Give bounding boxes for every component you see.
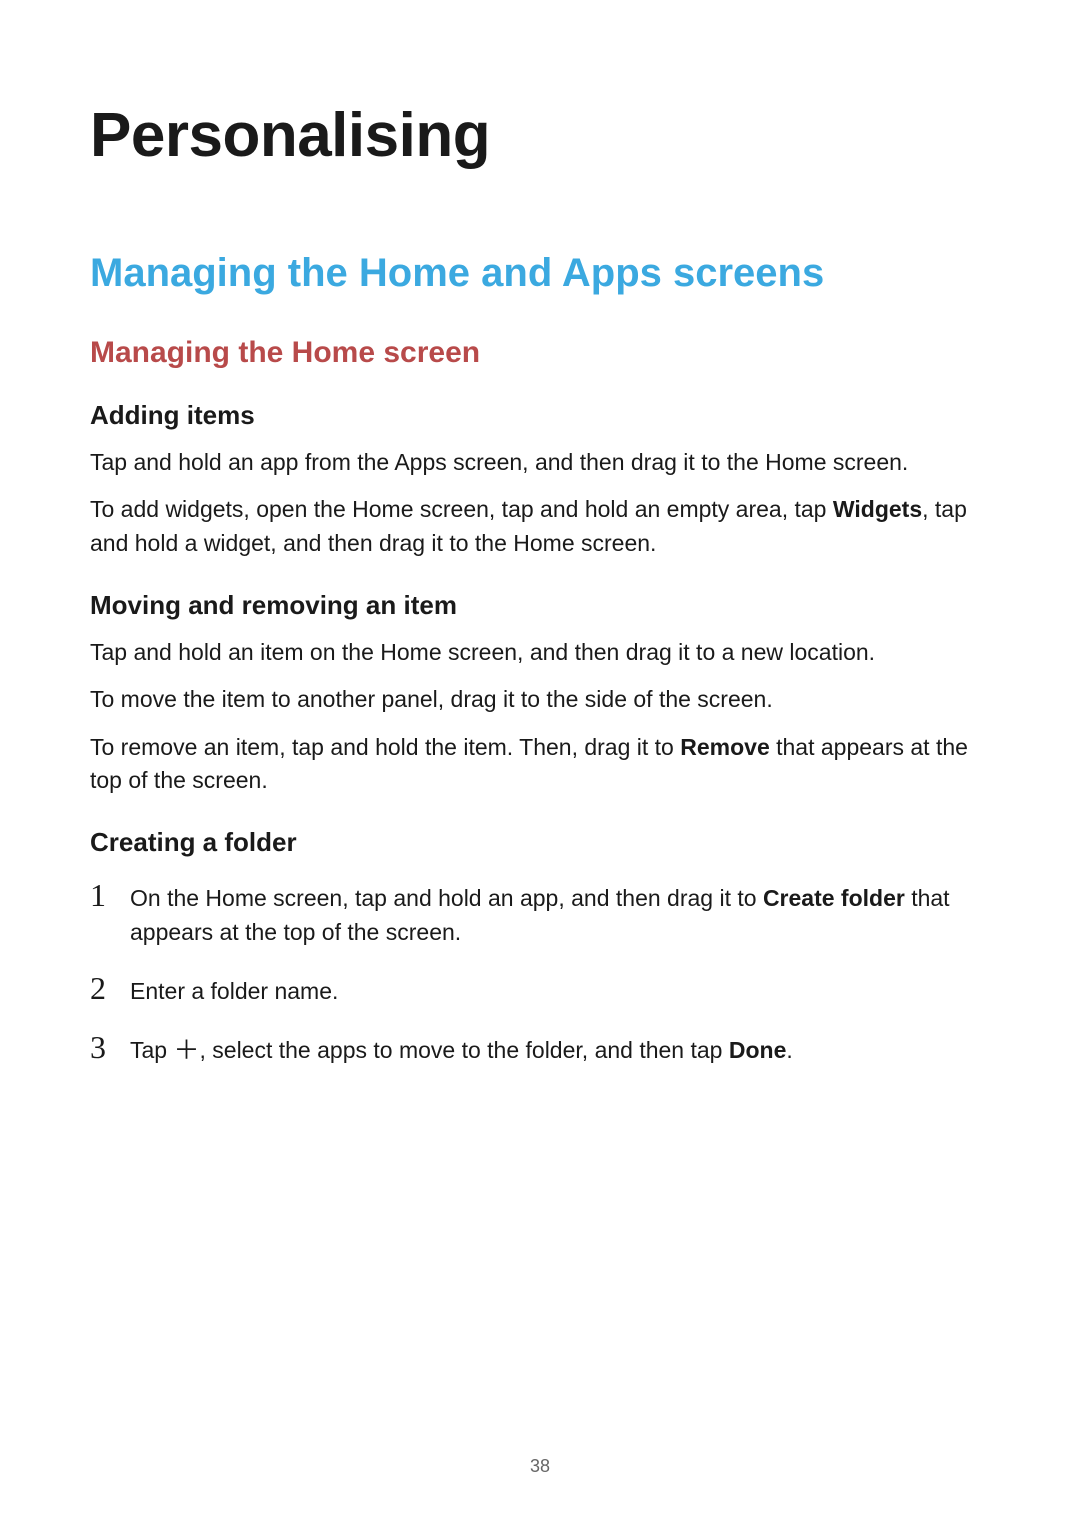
- step-content: Enter a folder name.: [130, 971, 990, 1008]
- topic-moving-removing-heading: Moving and removing an item: [90, 590, 990, 621]
- text-fragment: To remove an item, tap and hold the item…: [90, 734, 680, 760]
- create-folder-bold-text: Create folder: [763, 885, 905, 911]
- subsection-heading: Managing the Home screen: [90, 336, 990, 370]
- adding-items-paragraph-2: To add widgets, open the Home screen, ta…: [90, 493, 990, 560]
- adding-items-paragraph-1: Tap and hold an app from the Apps screen…: [90, 446, 990, 479]
- section-heading: Managing the Home and Apps screens: [90, 251, 990, 296]
- text-fragment: To add widgets, open the Home screen, ta…: [90, 496, 833, 522]
- step-content: Tap ＋, select the apps to move to the fo…: [130, 1030, 990, 1067]
- plus-icon: ＋: [173, 1037, 199, 1063]
- widgets-bold-text: Widgets: [833, 496, 922, 522]
- moving-removing-paragraph-3: To remove an item, tap and hold the item…: [90, 731, 990, 798]
- step-content: On the Home screen, tap and hold an app,…: [130, 878, 990, 949]
- step-number: 3: [90, 1030, 130, 1065]
- moving-removing-paragraph-1: Tap and hold an item on the Home screen,…: [90, 636, 990, 669]
- page-title: Personalising: [90, 100, 990, 171]
- topic-creating-folder-heading: Creating a folder: [90, 827, 990, 858]
- text-fragment: Tap: [130, 1037, 173, 1063]
- creating-folder-steps: 1 On the Home screen, tap and hold an ap…: [90, 878, 990, 1067]
- remove-bold-text: Remove: [680, 734, 769, 760]
- done-bold-text: Done: [729, 1037, 787, 1063]
- page-number: 38: [0, 1456, 1080, 1477]
- step-2: 2 Enter a folder name.: [90, 971, 990, 1008]
- topic-adding-items-heading: Adding items: [90, 400, 990, 431]
- text-fragment: , select the apps to move to the folder,…: [200, 1037, 729, 1063]
- step-number: 2: [90, 971, 130, 1006]
- step-3: 3 Tap ＋, select the apps to move to the …: [90, 1030, 990, 1067]
- text-fragment: .: [786, 1037, 792, 1063]
- text-fragment: On the Home screen, tap and hold an app,…: [130, 885, 763, 911]
- step-1: 1 On the Home screen, tap and hold an ap…: [90, 878, 990, 949]
- moving-removing-paragraph-2: To move the item to another panel, drag …: [90, 683, 990, 716]
- step-number: 1: [90, 878, 130, 913]
